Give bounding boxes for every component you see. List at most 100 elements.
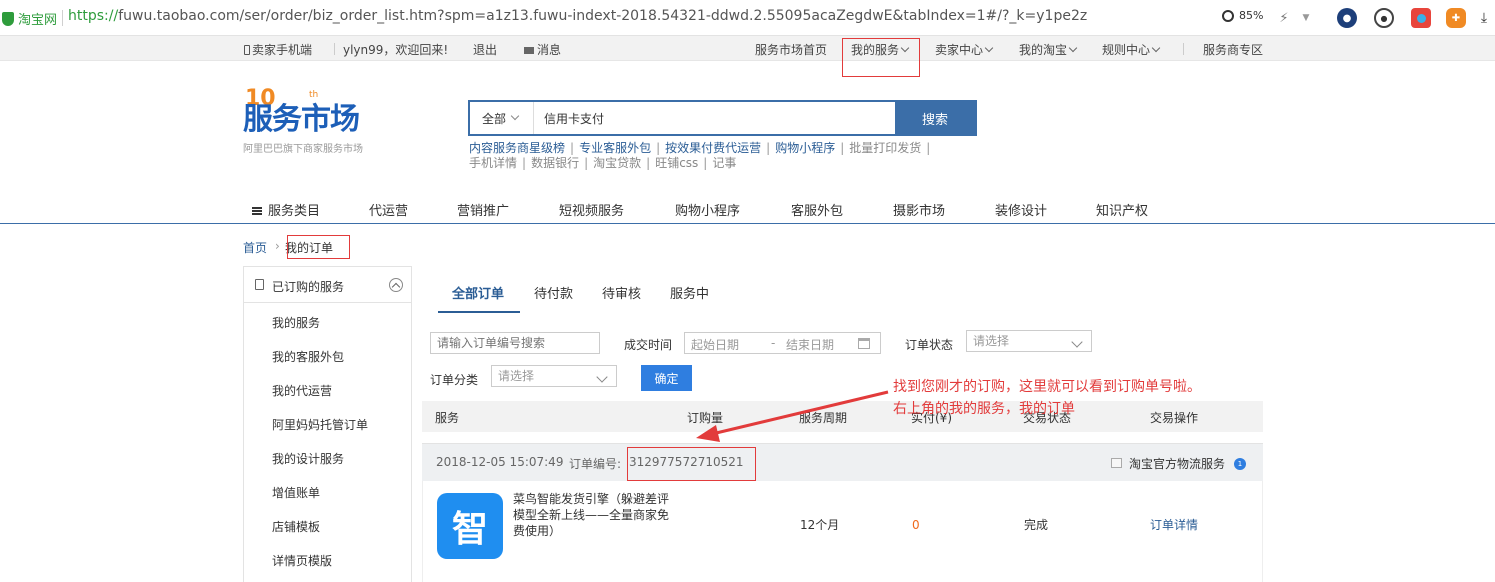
my-taobao-label: 我的淘宝: [1019, 43, 1068, 57]
product-logo-icon[interactable]: 智: [437, 493, 503, 559]
annotation-text-line-1: 找到您刚才的订购，这里就可以看到订购单号啦。: [893, 379, 1201, 395]
order-date: 2018-12-05 15:07:49: [436, 455, 564, 469]
hot-keyword[interactable]: 购物小程序: [775, 141, 835, 155]
hot-keywords: 内容服务商星级榜 | 专业客服外包 | 按效果付费代运营 | 购物小程序 | 批量打印发货 | 手…: [469, 141, 989, 171]
sidebar-item-detail-templates[interactable]: 详情页模版: [272, 552, 332, 569]
hot-keyword[interactable]: 批量打印发货: [849, 141, 921, 155]
category-item[interactable]: 购物小程序: [675, 200, 740, 219]
my-taobao-menu[interactable]: 我的淘宝: [1019, 41, 1078, 58]
category-item[interactable]: 代运营: [369, 200, 408, 219]
package-icon: [1111, 458, 1122, 468]
collapse-icon[interactable]: [389, 278, 403, 292]
category-all-menu[interactable]: 服务类目: [252, 200, 320, 219]
extension-shield-icon[interactable]: ●: [1337, 8, 1357, 28]
messages-link[interactable]: 消息: [524, 41, 561, 58]
sidebar-item-value-added-bills[interactable]: 增值账单: [272, 484, 320, 501]
chevron-down-icon: [510, 111, 520, 121]
messages-label: 消息: [537, 43, 562, 57]
search-category-select[interactable]: 全部: [470, 102, 534, 134]
sidebar-item-alimama-orders[interactable]: 阿里妈妈托管订单: [272, 416, 368, 433]
download-icon[interactable]: ⤓: [1474, 8, 1494, 28]
sidebar-item-my-services[interactable]: 我的服务: [272, 314, 320, 331]
calendar-icon[interactable]: [858, 338, 870, 349]
sidebar: 已订购的服务 我的服务 我的客服外包 我的代运营 阿里妈妈托管订单 我的设计服务…: [243, 266, 412, 582]
start-date-field[interactable]: 起始日期: [691, 336, 739, 353]
hot-keywords-row-1: 内容服务商星级榜 | 专业客服外包 | 按效果付费代运营 | 购物小程序 | 批量打印发货 |: [469, 141, 931, 155]
category-item[interactable]: 短视频服务: [559, 200, 624, 219]
sidebar-item-shop-templates[interactable]: 店铺模板: [272, 518, 320, 535]
hot-keyword[interactable]: 专业客服外包: [579, 141, 651, 155]
order-detail-link[interactable]: 订单详情: [1150, 516, 1198, 533]
mail-icon: [524, 47, 534, 54]
tab-in-service[interactable]: 服务中: [670, 283, 709, 302]
order-category-placeholder: 请选择: [498, 369, 535, 383]
service-provider-tag[interactable]: 淘宝官方物流服务: [1129, 455, 1225, 472]
category-item[interactable]: 摄影市场: [893, 200, 945, 219]
hot-keyword[interactable]: 手机详情: [469, 156, 517, 170]
order-status-label: 订单状态: [905, 338, 954, 352]
order-category-label: 订单分类: [430, 373, 479, 387]
extension-soccer-icon[interactable]: ●: [1374, 8, 1394, 28]
caret-down-icon[interactable]: ▼: [1296, 8, 1316, 28]
search-input[interactable]: [534, 102, 895, 134]
active-tab-indicator: [438, 311, 520, 313]
end-date-field[interactable]: 结束日期: [786, 336, 834, 353]
chevron-down-icon: [984, 43, 994, 53]
tab-pending-review[interactable]: 待审核: [602, 283, 641, 302]
hot-keyword[interactable]: 内容服务商星级榜: [469, 141, 565, 155]
url-field[interactable]: https://fuwu.taobao.com/ser/order/biz_or…: [68, 8, 1087, 24]
zoom-icon: [1222, 9, 1234, 22]
order-status-placeholder: 请选择: [973, 334, 1010, 348]
extension-camera-icon[interactable]: [1411, 8, 1431, 28]
rules-center-label: 规则中心: [1102, 43, 1151, 57]
chevron-down-icon: [596, 371, 608, 383]
sidebar-item-operations[interactable]: 我的代运营: [272, 382, 332, 399]
order-header-row: 2018-12-05 15:07:49 订单编号: 31297757271052…: [422, 443, 1263, 481]
order-status-select[interactable]: 请选择: [966, 330, 1092, 352]
category-nav: 服务类目 代运营 营销推广 短视频服务 购物小程序 客服外包 摄影市场 装修设计…: [0, 196, 1495, 224]
provider-zone-link[interactable]: 服务商专区: [1203, 41, 1263, 58]
table-header: 服务 订购量 服务周期 实付(¥) 交易状态 交易操作: [422, 401, 1263, 432]
order-number-search-input[interactable]: [430, 332, 600, 354]
category-item[interactable]: 装修设计: [995, 200, 1047, 219]
site-logo[interactable]: 10 th 服务市场 阿里巴巴旗下商家服务市场: [243, 86, 383, 156]
annotation-highlight-order-number: [627, 447, 756, 481]
hot-keyword[interactable]: 数据银行: [531, 156, 579, 170]
annotation-highlight-my-services: [842, 38, 920, 77]
order-category-select[interactable]: 请选择: [491, 365, 617, 387]
hot-keyword[interactable]: 旺铺css: [655, 156, 698, 170]
sidebar-item-design-services[interactable]: 我的设计服务: [272, 450, 344, 467]
search-button[interactable]: 搜索: [895, 102, 975, 134]
column-header-quantity: 订购量: [687, 411, 724, 425]
category-item[interactable]: 营销推广: [457, 200, 509, 219]
confirm-button[interactable]: 确定: [641, 365, 692, 391]
hot-keyword[interactable]: 按效果付费代运营: [665, 141, 761, 155]
tab-pending-payment[interactable]: 待付款: [534, 283, 573, 302]
breadcrumb-home[interactable]: 首页: [243, 239, 267, 256]
order-status: 完成: [1024, 518, 1049, 532]
rules-center-menu[interactable]: 规则中心: [1102, 41, 1161, 58]
extension-gamepad-icon[interactable]: ✚: [1446, 8, 1466, 28]
logout-link[interactable]: 退出: [473, 41, 497, 58]
sidebar-header-label: 已订购的服务: [272, 280, 345, 294]
sidebar-item-customer-service[interactable]: 我的客服外包: [272, 348, 344, 365]
shopping-bag-icon: [255, 279, 264, 290]
product-title[interactable]: 菜鸟智能发货引擎（躲避差评模型全新上线——全量商家免费使用）: [513, 491, 673, 539]
hot-keyword[interactable]: 淘宝贷款: [593, 156, 641, 170]
url-path: fuwu.taobao.com/ser/order/biz_order_list…: [118, 8, 1088, 24]
zoom-indicator[interactable]: 85%: [1222, 9, 1263, 22]
category-item[interactable]: 知识产权: [1096, 200, 1148, 219]
tab-all-orders[interactable]: 全部订单: [452, 283, 504, 302]
paid-amount: 0: [912, 518, 920, 532]
lightning-icon[interactable]: ⚡: [1274, 8, 1294, 28]
mobile-label: 卖家手机端: [252, 43, 313, 57]
deal-time-label: 成交时间: [624, 338, 673, 352]
market-home-link[interactable]: 服务市场首页: [755, 41, 827, 58]
seller-center-menu[interactable]: 卖家中心: [935, 41, 994, 58]
category-item[interactable]: 客服外包: [791, 200, 843, 219]
mobile-link[interactable]: 卖家手机端: [244, 41, 312, 58]
site-identity[interactable]: 淘宝网: [0, 9, 57, 28]
sidebar-header[interactable]: 已订购的服务: [244, 267, 411, 303]
site-top-nav: 卖家手机端 ylyn99，欢迎回来! 退出 消息 服务市场首页 我的服务 卖家中…: [0, 36, 1495, 61]
hot-keyword[interactable]: 记事: [712, 156, 736, 170]
